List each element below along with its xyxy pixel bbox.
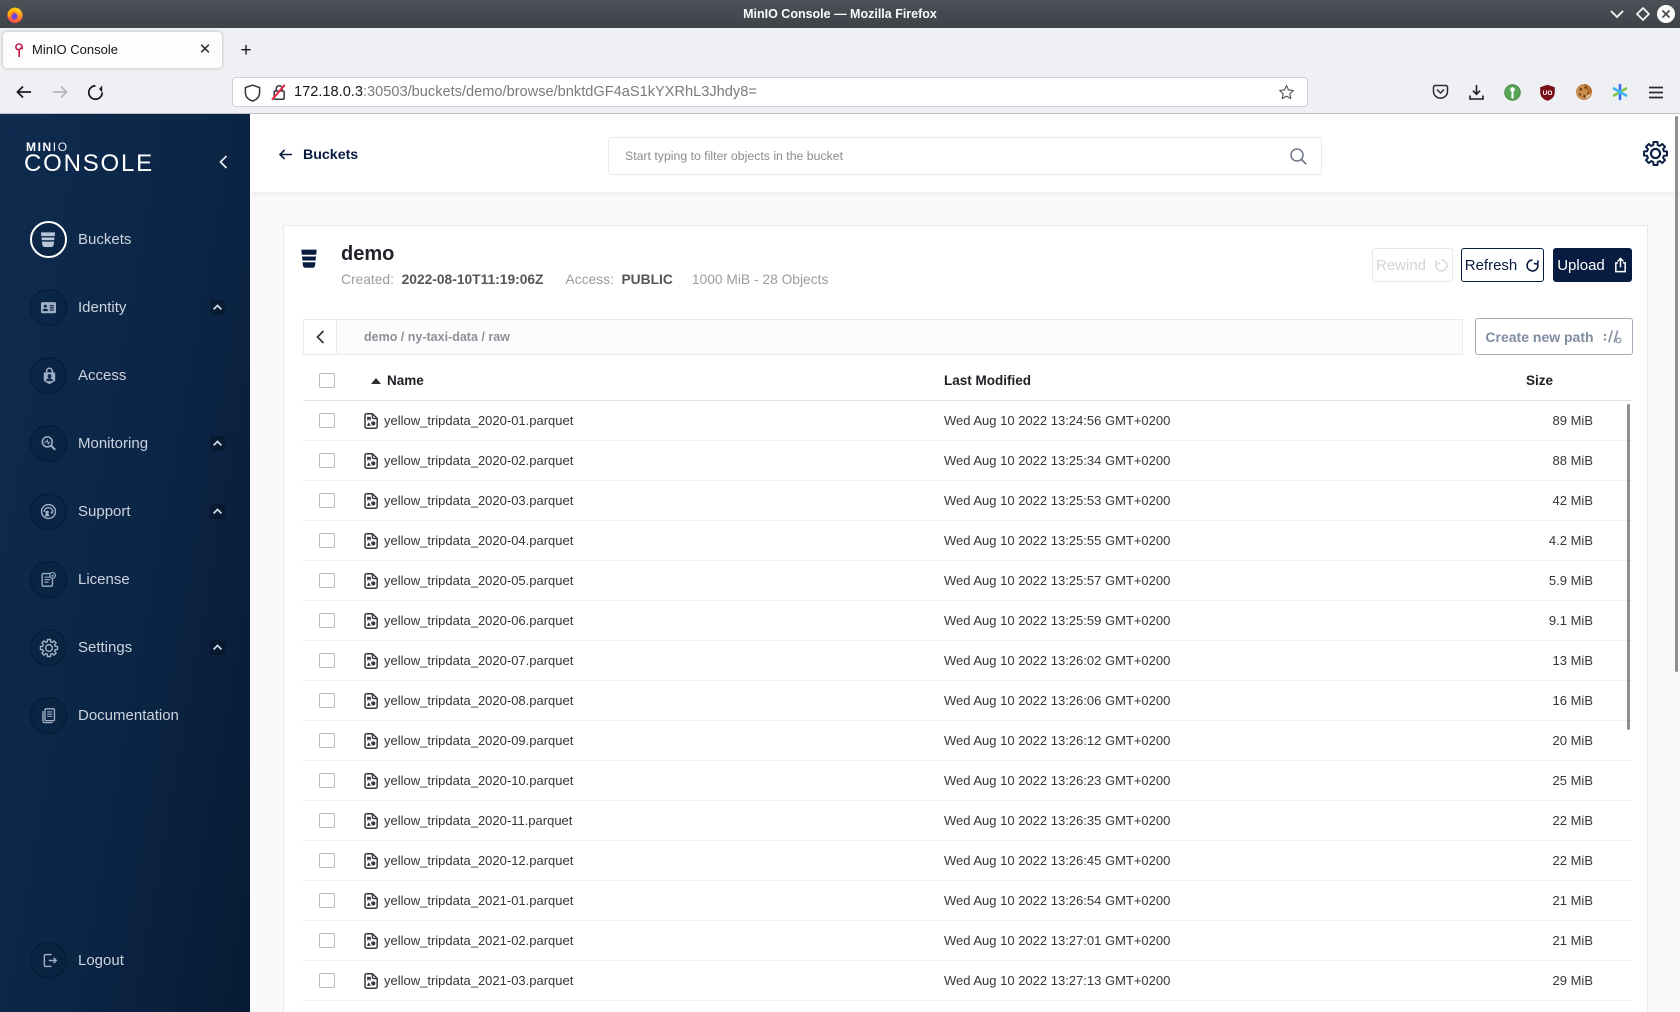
svg-text:UO: UO [1543,90,1553,97]
